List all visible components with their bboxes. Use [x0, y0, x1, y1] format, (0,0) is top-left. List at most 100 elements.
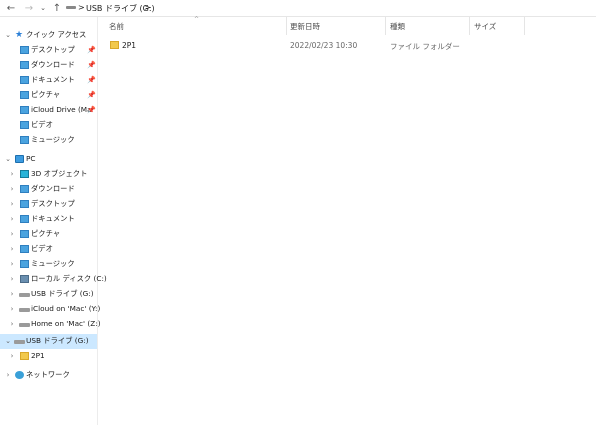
- column-divider[interactable]: [524, 17, 525, 35]
- nav-pc-local-disk[interactable]: › ローカル ディスク (C:): [0, 272, 107, 287]
- nav-item-label: ダウンロード: [31, 60, 75, 69]
- nav-item-label: ミュージック: [31, 259, 75, 268]
- nav-pc-desktop[interactable]: › デスクトップ: [0, 197, 97, 212]
- nav-pc-music[interactable]: › ミュージック: [0, 257, 97, 272]
- folder-icon: [20, 61, 29, 69]
- chevron-right-icon[interactable]: ›: [8, 289, 16, 299]
- chevron-down-icon[interactable]: ⌄: [4, 30, 12, 40]
- nav-item-label: ローカル ディスク (C:): [31, 274, 107, 283]
- chevron-right-icon[interactable]: ›: [8, 199, 16, 209]
- star-icon: ★: [15, 30, 24, 40]
- chevron-right-icon[interactable]: ›: [8, 319, 16, 329]
- nav-item-label: ドキュメント: [31, 75, 75, 84]
- file-name: 2P1: [122, 41, 137, 50]
- file-row[interactable]: 2P1 2022/02/23 10:30 ファイル フォルダー: [98, 37, 528, 53]
- nav-quick-videos[interactable]: ビデオ: [0, 118, 97, 133]
- cube-icon: [20, 170, 29, 178]
- folder-icon: [20, 106, 29, 114]
- chevron-down-icon[interactable]: ⌄: [4, 154, 12, 164]
- back-button[interactable]: ←: [4, 1, 18, 15]
- chevron-right-icon[interactable]: ›: [8, 169, 16, 179]
- pin-icon: 📌: [87, 76, 96, 84]
- nav-item-label: iCloud on 'Mac' (Y:): [31, 304, 101, 313]
- nav-pc-usb-drive[interactable]: › USB ドライブ (G:): [0, 287, 97, 302]
- nav-pc-icloud-mac[interactable]: › iCloud on 'Mac' (Y:): [0, 302, 101, 317]
- column-header-modified[interactable]: 更新日時: [290, 21, 320, 32]
- local-disk-icon: [20, 275, 29, 283]
- nav-item-label: 2P1: [31, 351, 45, 360]
- nav-quick-access[interactable]: ⌄ ★ クイック アクセス: [0, 28, 97, 43]
- chevron-right-icon[interactable]: ›: [8, 259, 16, 269]
- nav-item-label: デスクトップ: [31, 45, 75, 54]
- nav-usb-drive-selected[interactable]: ⌄ USB ドライブ (G:): [0, 334, 97, 349]
- folder-icon: [20, 185, 29, 193]
- chevron-right-icon[interactable]: ›: [8, 351, 16, 361]
- nav-pc-pictures[interactable]: › ピクチャ: [0, 227, 97, 242]
- column-header-type[interactable]: 種類: [390, 21, 405, 32]
- breadcrumb-separator: >: [78, 3, 85, 12]
- chevron-right-icon[interactable]: ›: [8, 304, 16, 314]
- usb-drive-icon: [14, 340, 25, 344]
- nav-quick-access-label: クイック アクセス: [26, 30, 87, 39]
- column-header-row: ^ 名前 更新日時 種類 サイズ: [98, 16, 596, 35]
- up-button[interactable]: ↑: [50, 1, 64, 15]
- nav-item-label: USB ドライブ (G:): [26, 336, 89, 345]
- recent-locations-button[interactable]: ⌄: [36, 1, 50, 15]
- folder-icon: [20, 76, 29, 84]
- nav-pc-videos[interactable]: › ビデオ: [0, 242, 97, 257]
- chevron-down-icon[interactable]: ⌄: [4, 336, 12, 346]
- nav-quick-documents[interactable]: ドキュメント 📌: [0, 73, 97, 88]
- nav-quick-icloud[interactable]: iCloud Drive (Ma 📌: [0, 103, 97, 118]
- nav-item-label: USB ドライブ (G:): [31, 289, 94, 298]
- folder-icon: [20, 91, 29, 99]
- nav-item-label: ピクチャ: [31, 90, 61, 99]
- nav-network-label: ネットワーク: [26, 370, 70, 379]
- sort-ascending-icon: ^: [194, 16, 200, 23]
- column-divider[interactable]: [286, 17, 287, 35]
- nav-pc[interactable]: ⌄ PC: [0, 152, 97, 167]
- nav-pc-downloads[interactable]: › ダウンロード: [0, 182, 97, 197]
- nav-item-label: 3D オブジェクト: [31, 169, 88, 178]
- folder-icon: [20, 230, 29, 238]
- folder-icon: [20, 121, 29, 129]
- pin-icon: 📌: [87, 106, 96, 114]
- folder-icon: [20, 352, 29, 360]
- nav-item-label: Home on 'Mac' (Z:): [31, 319, 101, 328]
- folder-icon: [20, 260, 29, 268]
- nav-usb-child-2p1[interactable]: › 2P1: [0, 349, 97, 364]
- nav-pc-home-mac[interactable]: › Home on 'Mac' (Z:): [0, 317, 101, 332]
- address-bar: ← → ⌄ ↑ > USB ドライブ (G:) >: [0, 0, 596, 17]
- network-drive-icon: [19, 323, 30, 327]
- folder-icon: [20, 200, 29, 208]
- nav-item-label: デスクトップ: [31, 199, 75, 208]
- nav-quick-downloads[interactable]: ダウンロード 📌: [0, 58, 97, 73]
- nav-pc-3d-objects[interactable]: › 3D オブジェクト: [0, 167, 97, 182]
- nav-quick-music[interactable]: ミュージック: [0, 133, 97, 148]
- chevron-right-icon[interactable]: ›: [8, 184, 16, 194]
- nav-pc-documents[interactable]: › ドキュメント: [0, 212, 97, 227]
- chevron-right-icon[interactable]: ›: [8, 244, 16, 254]
- breadcrumb-trail-separator[interactable]: >: [144, 3, 151, 12]
- forward-button[interactable]: →: [22, 1, 36, 15]
- nav-pc-label: PC: [26, 154, 36, 163]
- chevron-right-icon[interactable]: ›: [8, 214, 16, 224]
- arrow-up-icon: ↑: [52, 2, 62, 14]
- nav-network[interactable]: › ネットワーク: [0, 368, 97, 383]
- pc-icon: [15, 155, 24, 163]
- file-list-empty-area[interactable]: [98, 55, 596, 425]
- column-divider[interactable]: [385, 17, 386, 35]
- nav-quick-desktop[interactable]: デスクトップ 📌: [0, 43, 97, 58]
- nav-item-label: ダウンロード: [31, 184, 75, 193]
- folder-icon: [20, 46, 29, 54]
- chevron-right-icon[interactable]: ›: [4, 370, 12, 380]
- pin-icon: 📌: [87, 46, 96, 54]
- file-modified: 2022/02/23 10:30: [290, 41, 358, 50]
- column-header-size[interactable]: サイズ: [474, 21, 496, 32]
- column-divider[interactable]: [469, 17, 470, 35]
- chevron-right-icon[interactable]: ›: [8, 274, 16, 284]
- folder-icon: [110, 41, 119, 49]
- column-header-name[interactable]: 名前: [109, 21, 124, 32]
- nav-quick-pictures[interactable]: ピクチャ 📌: [0, 88, 97, 103]
- nav-item-label: ビデオ: [31, 244, 53, 253]
- chevron-right-icon[interactable]: ›: [8, 229, 16, 239]
